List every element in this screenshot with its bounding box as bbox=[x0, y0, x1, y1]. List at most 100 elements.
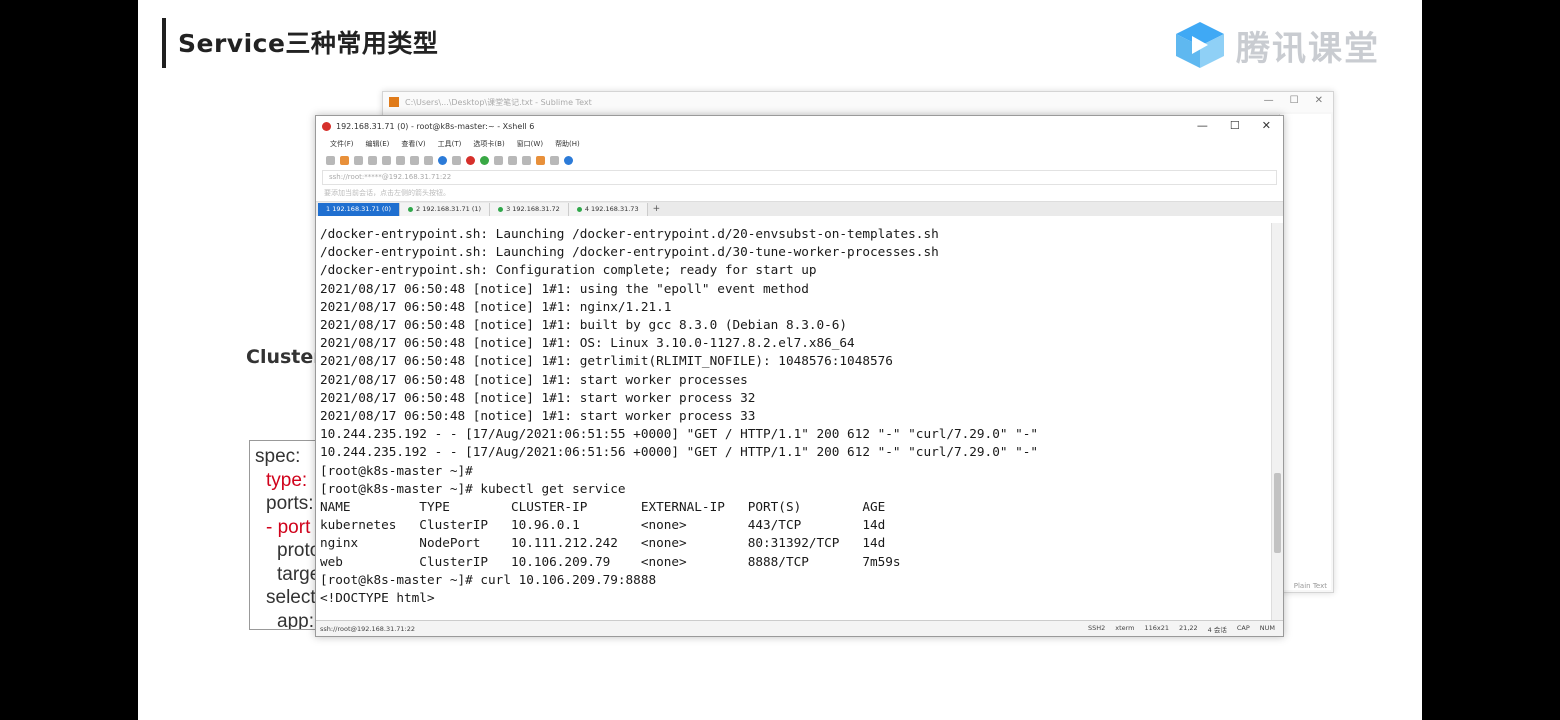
xshell-app-icon bbox=[322, 121, 331, 131]
terminal-line: /docker-entrypoint.sh: Launching /docker… bbox=[320, 244, 939, 260]
connected-status-icon bbox=[576, 207, 582, 212]
xshell-address-input[interactable]: ssh://root:*****@192.168.31.71:22 bbox=[322, 170, 1277, 185]
tab-session-3[interactable]: 3 192.168.31.72 bbox=[490, 203, 569, 216]
maximize-icon[interactable]: ☐ bbox=[1290, 95, 1299, 106]
status-num: NUM bbox=[1259, 624, 1275, 632]
xshell-window-controls[interactable]: — ☐ ✕ bbox=[1197, 119, 1271, 132]
sublime-app-icon bbox=[389, 97, 399, 107]
terminal-scrollbar[interactable] bbox=[1271, 223, 1283, 622]
letterbox-right bbox=[1422, 0, 1560, 720]
xftp-icon[interactable] bbox=[466, 155, 475, 165]
copy-icon[interactable] bbox=[396, 155, 405, 165]
tab-label: 1 192.168.31.71 (0) bbox=[326, 205, 392, 213]
connected-status-icon bbox=[498, 207, 504, 212]
slide: Service三种常用类型 腾讯课堂 ClusterI spec: type: po… bbox=[138, 0, 1422, 720]
xshell-window[interactable]: 192.168.31.71 (0) - root@k8s-master:~ - … bbox=[315, 115, 1284, 637]
status-protocol: SSH2 bbox=[1087, 624, 1106, 632]
letterbox-left bbox=[0, 0, 138, 720]
keyboard-icon[interactable] bbox=[522, 155, 531, 165]
reconnect-icon[interactable] bbox=[382, 155, 391, 165]
status-sessions: 4 会话 bbox=[1207, 626, 1227, 634]
play-logo-icon bbox=[1170, 20, 1232, 70]
terminal-output[interactable]: /docker-entrypoint.sh: Launching /docker… bbox=[316, 223, 1272, 622]
lock-icon[interactable] bbox=[508, 155, 517, 165]
sublime-minimap bbox=[1279, 114, 1331, 590]
menu-window[interactable]: 窗口(W) bbox=[517, 139, 543, 149]
scrollbar-thumb[interactable] bbox=[1274, 473, 1281, 553]
tab-label: 2 192.168.31.71 (1) bbox=[416, 205, 482, 213]
status-size: 116x21 bbox=[1144, 624, 1170, 632]
sublime-title: C:\Users\...\Desktop\课堂笔记.txt - Sublime … bbox=[405, 97, 592, 107]
terminal-line: 2021/08/17 06:50:48 [notice] 1#1: using … bbox=[320, 280, 809, 296]
terminal-line: web ClusterIP 10.106.209.79 <none> 8888/… bbox=[320, 553, 901, 569]
menu-help[interactable]: 帮助(H) bbox=[555, 139, 580, 149]
script-icon[interactable] bbox=[536, 155, 545, 165]
terminal-line: 2021/08/17 06:50:48 [notice] 1#1: OS: Li… bbox=[320, 335, 855, 351]
status-caps: CAP bbox=[1236, 624, 1250, 632]
layout-icon[interactable] bbox=[550, 155, 559, 165]
terminal-line: kubernetes ClusterIP 10.96.0.1 <none> 44… bbox=[320, 517, 886, 533]
terminal-line: nginx NodePort 10.111.212.242 <none> 80:… bbox=[320, 535, 886, 551]
menu-file[interactable]: 文件(F) bbox=[330, 139, 354, 149]
terminal-line: 10.244.235.192 - - [17/Aug/2021:06:51:55… bbox=[320, 426, 1039, 442]
title-accent-bar bbox=[162, 18, 166, 68]
xshell-tabbar: 1 192.168.31.71 (0) 2 192.168.31.71 (1) … bbox=[316, 201, 1283, 216]
menu-edit[interactable]: 编辑(E) bbox=[366, 139, 390, 149]
slide-title: Service三种常用类型 bbox=[178, 29, 439, 58]
terminal-line: 2021/08/17 06:50:48 [notice] 1#1: start … bbox=[320, 408, 756, 424]
user-icon[interactable] bbox=[452, 155, 461, 165]
terminal-line: 2021/08/17 06:50:48 [notice] 1#1: built … bbox=[320, 317, 848, 333]
terminal-line: 2021/08/17 06:50:48 [notice] 1#1: start … bbox=[320, 389, 756, 405]
sublime-window-controls[interactable]: — ☐ ✕ bbox=[1264, 95, 1323, 106]
xshell-titlebar[interactable]: 192.168.31.71 (0) - root@k8s-master:~ - … bbox=[316, 116, 1283, 136]
close-icon[interactable]: ✕ bbox=[1315, 95, 1323, 106]
terminal-line: /docker-entrypoint.sh: Configuration com… bbox=[320, 262, 817, 278]
menu-tools[interactable]: 工具(T) bbox=[438, 139, 462, 149]
terminal-line: 10.244.235.192 - - [17/Aug/2021:06:51:56… bbox=[320, 444, 1039, 460]
close-icon[interactable]: ✕ bbox=[1262, 119, 1271, 132]
help-icon[interactable] bbox=[564, 155, 573, 165]
terminal-line: NAME TYPE CLUSTER-IP EXTERNAL-IP PORT(S)… bbox=[320, 499, 886, 515]
fullscreen-icon[interactable] bbox=[494, 155, 503, 165]
sublime-titlebar[interactable]: C:\Users\...\Desktop\课堂笔记.txt - Sublime … bbox=[383, 92, 1333, 112]
sublime-syntax-status[interactable]: Plain Text bbox=[1294, 582, 1327, 590]
tab-label: 4 192.168.31.73 bbox=[584, 205, 639, 213]
maximize-icon[interactable]: ☐ bbox=[1230, 119, 1240, 132]
terminal-line: 2021/08/17 06:50:48 [notice] 1#1: start … bbox=[320, 371, 748, 387]
logo-text: 腾讯课堂 bbox=[1236, 28, 1380, 69]
minimize-icon[interactable]: — bbox=[1264, 95, 1274, 106]
tab-session-2[interactable]: 2 192.168.31.71 (1) bbox=[400, 203, 491, 216]
tab-session-4[interactable]: 4 192.168.31.73 bbox=[568, 203, 648, 216]
menu-view[interactable]: 查看(V) bbox=[401, 139, 425, 149]
tencent-classroom-logo: 腾讯课堂 bbox=[1170, 20, 1380, 70]
new-session-icon[interactable] bbox=[326, 155, 335, 165]
connect-icon[interactable] bbox=[354, 155, 363, 165]
paste-icon[interactable] bbox=[410, 155, 419, 165]
connected-status-icon bbox=[408, 207, 414, 212]
terminal-line: /docker-entrypoint.sh: Launching /docker… bbox=[320, 226, 939, 241]
tab-label: 3 192.168.31.72 bbox=[506, 205, 560, 213]
terminal-line: 2021/08/17 06:50:48 [notice] 1#1: getrli… bbox=[320, 353, 893, 369]
xshell-session-hint: 要添加当前会话，点击左侧的箭头按钮。 bbox=[324, 189, 450, 197]
status-right-group: SSH2 xterm 116x21 21,22 4 会话 CAP NUM bbox=[1088, 624, 1275, 634]
xshell-menubar: 文件(F) 编辑(E) 查看(V) 工具(T) 选项卡(B) 窗口(W) 帮助(… bbox=[316, 136, 1283, 151]
terminal-line: [root@k8s-master ~]# curl 10.106.209.79:… bbox=[320, 571, 657, 587]
add-tab-button[interactable]: + bbox=[648, 203, 666, 216]
menu-tabs[interactable]: 选项卡(B) bbox=[473, 139, 504, 149]
status-connection: ssh://root@192.168.31.71:22 bbox=[320, 624, 416, 633]
disconnect-icon[interactable] bbox=[368, 155, 377, 165]
xshell-statusbar: ssh://root@192.168.31.71:22 SSH2 xterm 1… bbox=[316, 620, 1283, 636]
find-icon[interactable] bbox=[424, 155, 433, 165]
terminal-line: 2021/08/17 06:50:48 [notice] 1#1: nginx/… bbox=[320, 298, 672, 314]
globe-icon[interactable] bbox=[438, 155, 447, 165]
xshell-toolbar bbox=[316, 151, 1283, 169]
status-terminal-type: xterm bbox=[1115, 624, 1135, 632]
minimize-icon[interactable]: — bbox=[1197, 119, 1208, 132]
terminal-line: <!DOCTYPE html> bbox=[320, 590, 435, 606]
open-folder-icon[interactable] bbox=[340, 155, 349, 165]
status-cursor: 21,22 bbox=[1179, 624, 1198, 632]
terminal-line: [root@k8s-master ~]# bbox=[320, 462, 473, 478]
terminal-line: [root@k8s-master ~]# kubectl get service bbox=[320, 480, 626, 496]
xmanager-icon[interactable] bbox=[480, 155, 489, 165]
tab-session-1[interactable]: 1 192.168.31.71 (0) bbox=[318, 203, 401, 216]
